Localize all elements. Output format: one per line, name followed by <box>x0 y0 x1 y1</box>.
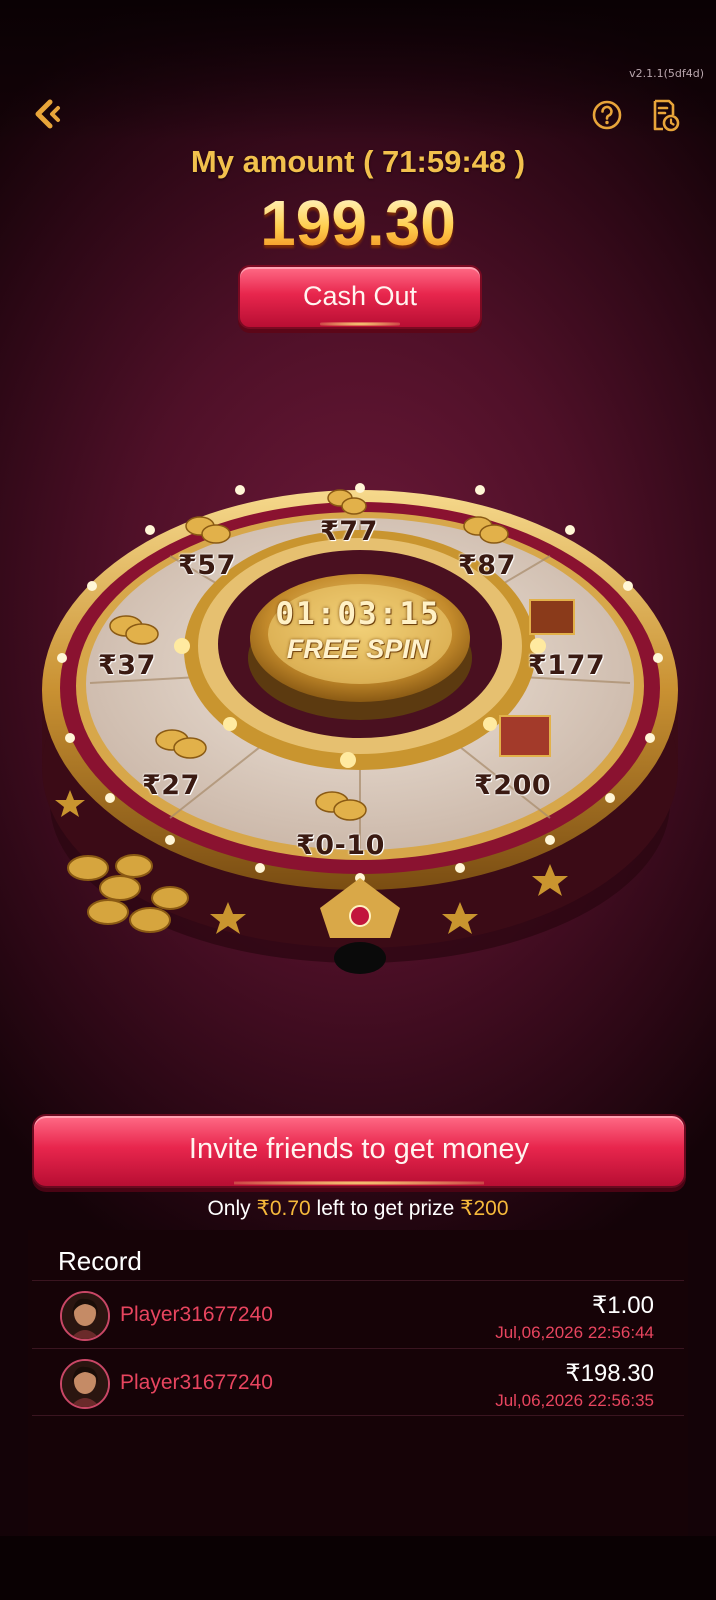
prize-label-37: ₹37 <box>98 650 156 681</box>
avatar <box>60 1291 110 1341</box>
spin-timer: 01:03:15 <box>275 596 441 632</box>
record-amount: ₹1.00 <box>592 1292 654 1319</box>
invite-friends-button[interactable]: Invite friends to get money <box>32 1114 686 1188</box>
back-button[interactable] <box>28 96 68 136</box>
prize-label-200: ₹200 <box>474 770 552 801</box>
record-player-name: Player31677240 <box>120 1303 273 1326</box>
progress-prize: ₹200 <box>460 1197 509 1220</box>
player-avatar-icon <box>62 1293 108 1339</box>
record-player-name: Player31677240 <box>120 1371 273 1394</box>
amount-title: My amount ( 71:59:48 ) <box>190 144 526 179</box>
avatar <box>60 1359 110 1409</box>
prize-progress-text: Only ₹0.70 left to get prize ₹200 <box>0 1196 716 1221</box>
question-circle-icon <box>592 100 622 130</box>
record-row: Player31677240 ₹198.30 Jul,06,2026 22:56… <box>32 1348 684 1416</box>
prize-label-27: ₹27 <box>142 770 200 801</box>
record-time: Jul,06,2026 22:56:35 <box>495 1391 654 1410</box>
prize-label-77: ₹77 <box>320 516 378 547</box>
cash-out-button[interactable]: Cash Out <box>238 265 482 329</box>
prize-label-0-10: ₹0-10 <box>296 830 385 861</box>
prize-wheel <box>42 483 678 974</box>
record-title: Record <box>58 1246 142 1276</box>
record-row: Player31677240 ₹1.00 Jul,06,2026 22:56:4… <box>32 1280 684 1348</box>
progress-prefix: Only <box>207 1197 257 1220</box>
record-amount: ₹198.30 <box>565 1360 654 1387</box>
free-spin-button[interactable]: FREE SPIN <box>250 634 466 665</box>
bottom-area <box>0 1536 716 1600</box>
player-avatar-icon <box>62 1361 108 1407</box>
records-button[interactable] <box>647 97 687 137</box>
prize-label-87: ₹87 <box>458 550 516 581</box>
record-time: Jul,06,2026 22:56:44 <box>495 1323 654 1342</box>
screen: v2.1.1(5df4d) My amount ( 71:59:48 ) 199… <box>0 0 716 1600</box>
chevron-left-icon <box>35 99 60 129</box>
progress-remaining: ₹0.70 <box>256 1197 311 1220</box>
help-button[interactable] <box>591 97 631 137</box>
prize-label-57: ₹57 <box>178 550 236 581</box>
prize-label-177: ₹177 <box>528 650 606 681</box>
document-clock-icon <box>653 99 680 132</box>
record-panel: Record Player31677240 ₹1.00 Jul,06,2026 … <box>28 1230 688 1536</box>
version-label: v2.1.1(5df4d) <box>629 67 704 80</box>
amount-value: 199.30 <box>0 186 716 260</box>
progress-middle: left to get prize <box>310 1197 461 1220</box>
